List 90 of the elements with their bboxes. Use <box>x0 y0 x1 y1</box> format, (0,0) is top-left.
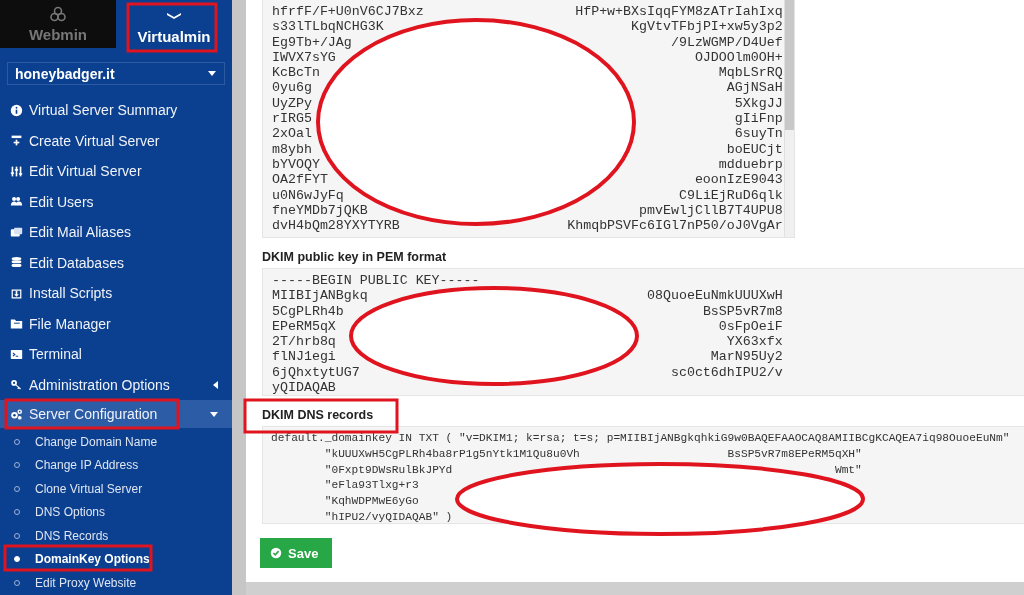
code-text: KgVtvTFbjPI+xw5y3p2 <box>631 19 783 35</box>
code-text: Wmt" <box>834 462 862 478</box>
check-circle-icon <box>270 547 282 559</box>
code-text: bYVOQY <box>272 156 320 173</box>
key-icon <box>10 378 23 392</box>
code-text: C9LiEjRuD6qlk <box>678 187 783 203</box>
code-text: 0sFpOeiF <box>718 318 783 335</box>
database-icon <box>10 256 23 270</box>
gears-icon <box>10 407 23 421</box>
code-text: AGjNSaH <box>726 80 783 96</box>
caret-icon <box>208 71 216 76</box>
menu-item[interactable]: Edit Users <box>0 186 232 217</box>
code-text: u0N6wJyFq <box>272 187 344 203</box>
code-text: "eFla93Tlxg+r3 <box>323 478 419 494</box>
code-text: s33lTLbqNCHG3K <box>272 19 384 35</box>
info-icon <box>10 103 23 117</box>
download-icon <box>10 286 23 300</box>
submenu-item[interactable]: Change IP Address <box>0 453 232 477</box>
submenu-item[interactable]: Change Domain Name <box>0 430 232 454</box>
code-text: KhmqbPSVFc6IGl7nP50/oJ0VgAr <box>567 218 783 234</box>
submenu-item[interactable]: DNS Records <box>0 524 232 548</box>
envelope-icon <box>10 225 23 239</box>
submenu-item[interactable]: DNS Options <box>0 500 232 524</box>
section-heading: DKIM DNS records <box>262 408 375 422</box>
code-text: 6jQhxtytUG7 <box>272 364 360 381</box>
code-text: dvH4bQm28YXYTYRB <box>272 218 400 234</box>
code-text: BsSP5vR7m8 <box>702 303 783 319</box>
code-text: OA2fFYT <box>272 172 328 188</box>
menu-item[interactable]: Virtual Server Summary <box>0 95 232 126</box>
terminal-icon <box>10 347 23 361</box>
code-text: MqbLSrRQ <box>718 65 783 81</box>
code-text: boEUCjt <box>726 141 783 157</box>
code-text: MIIBIjANBgkq <box>272 288 368 304</box>
menu-item[interactable]: File Manager <box>0 308 232 339</box>
code-text: "0Fxpt9DWsRulBkJPYd <box>323 462 453 478</box>
code-text: rIRG5 <box>272 111 312 127</box>
code-text: hfrfF/F+U0nV6CJ7Bxz <box>272 4 424 20</box>
menu-item[interactable]: Terminal <box>0 339 232 370</box>
code-text: sc0ct6dhIPU2/v <box>670 364 783 381</box>
code-text: flNJ1egi <box>272 349 336 365</box>
menu-item[interactable]: Edit Virtual Server <box>0 156 232 187</box>
sliders-icon <box>10 164 23 178</box>
code-text: pmvEwljCllB7T4UPU8 <box>639 202 783 219</box>
code-text: "kUUUXwH5CgPLRh4ba8rP1g5nYtk1M1Qu8u0Vh <box>323 446 580 462</box>
caret-icon <box>213 380 218 389</box>
code-text: /9LzWGMP/D4Uef <box>670 34 783 50</box>
code-text: 6suyTn <box>734 126 783 142</box>
submenu-item[interactable]: DomainKey Options <box>0 547 232 571</box>
code-text: OJDOOlm0OH+ <box>694 49 783 66</box>
code-text: 0yu6g <box>272 80 312 96</box>
code-text: mdduebrp <box>718 156 783 173</box>
menu-item[interactable]: Edit Mail Aliases <box>0 217 232 248</box>
code-text: -----BEGIN PUBLIC KEY----- <box>272 273 480 289</box>
code-text: IWVX7sYG <box>272 49 336 66</box>
code-text: EPeRM5qX <box>272 318 336 335</box>
code-text: Eg9Tb+/JAg <box>272 34 352 50</box>
scrollbar[interactable] <box>784 0 794 237</box>
code-text: 2T/hrb8q <box>272 334 336 350</box>
code-text: m8ybh <box>272 141 312 157</box>
code-text: eoonIzE9043 <box>694 172 783 188</box>
code-text: KcBcTn <box>272 65 320 81</box>
plus-icon <box>10 134 23 148</box>
code-text: MarN95Uy2 <box>710 349 783 365</box>
domain-dropdown[interactable]: honeybadger.it <box>7 62 225 85</box>
menu-item[interactable]: Create Virtual Server <box>0 125 232 156</box>
submenu-item[interactable]: Edit Proxy Website <box>0 571 232 595</box>
code-text: 5CgPLRh4b <box>272 303 344 319</box>
menu-item[interactable]: Edit Databases <box>0 247 232 278</box>
code-text: default._domainkey IN TXT ( "v=DKIM1; k=rsa; t=s; p=MIIBIjANBgkqhkiG9w0BAQEFAAOCAQ8AMIIBCgKCAQEA7iq98OuoeEuNm" <box>271 431 1010 446</box>
code-text: YX63xfx <box>726 334 783 350</box>
code-text: "hIPU2/vyQIDAQAB" ) <box>323 510 453 525</box>
sidebar-tab[interactable]: Webmin <box>0 0 116 48</box>
code-text: fneYMDb7jQKB <box>272 202 368 219</box>
menu-item[interactable]: Install Scripts <box>0 278 232 309</box>
menu-item[interactable]: Administration Options <box>0 369 232 400</box>
menu-item[interactable]: Server Configuration <box>0 400 232 428</box>
code-text: BsSP5vR7m8EPeRM5qXH" <box>727 446 862 462</box>
users-icon <box>10 195 23 209</box>
code-text: 5XkgJJ <box>734 95 783 112</box>
code-text: 08QuoeEuNmkUUUXwH <box>647 288 783 304</box>
submenu-item[interactable]: Clone Virtual Server <box>0 477 232 501</box>
code-text: "KqhWDPMwE6yGo <box>323 494 419 510</box>
code-text: HfP+w+BXsIqqFYM8zATrIahIxq <box>575 4 783 20</box>
code-text: yQIDAQAB <box>272 380 336 396</box>
code-text: 2xOal <box>272 126 312 142</box>
code-text: gIiFnp <box>734 111 783 127</box>
folder-icon <box>10 317 23 331</box>
section-heading: DKIM public key in PEM format <box>262 250 448 264</box>
code-text: UyZPy <box>272 95 312 112</box>
caret-icon <box>210 411 218 417</box>
